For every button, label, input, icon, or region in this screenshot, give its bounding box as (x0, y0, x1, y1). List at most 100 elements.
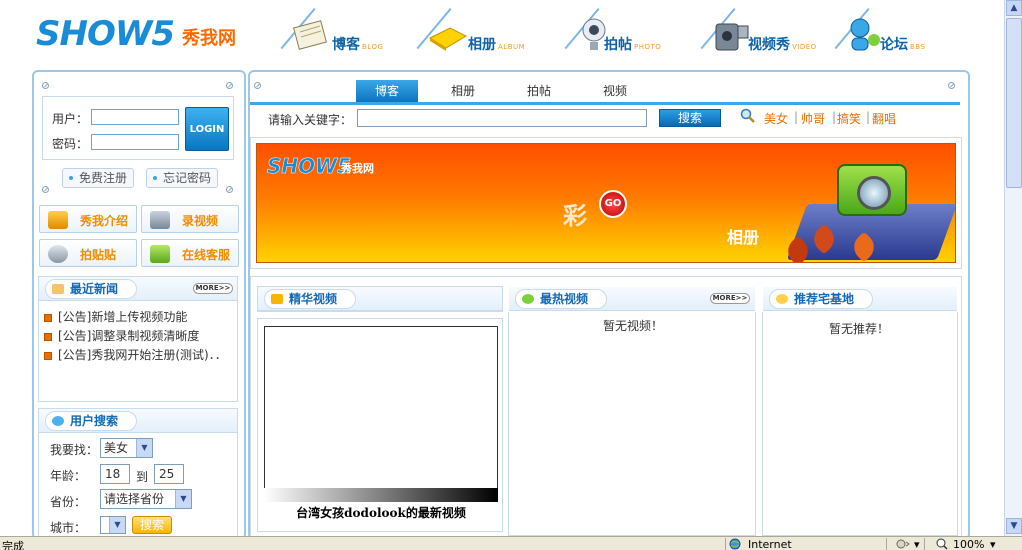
site-logo[interactable]: SHOW5 秀我网 (36, 14, 246, 54)
separator: | (794, 110, 799, 124)
status-divider (924, 538, 925, 550)
scroll-thumb[interactable] (1006, 18, 1022, 188)
crown-icon (271, 294, 283, 304)
register-button[interactable]: 免费注册 (62, 168, 134, 188)
hot-video-more-button[interactable]: MORE>> (710, 293, 750, 304)
nav-photo[interactable]: 拍帖 PHOTO (564, 8, 676, 58)
corner-screw-icon (42, 186, 49, 193)
corner-screw-icon (948, 82, 955, 89)
hot-video-title: 最热视频 (515, 289, 608, 309)
status-bar: 完成 Internet ▾ 100% ▾ (0, 536, 1022, 550)
separator: | (832, 110, 837, 124)
envelope-icon (52, 284, 64, 294)
keyword-label: 请输入关键字： (268, 113, 353, 127)
camera-lens-icon (857, 176, 891, 210)
banner-go-badge: GO (599, 190, 627, 218)
tab-album[interactable]: 相册 (434, 80, 492, 102)
zoom-dropdown-icon[interactable]: ▾ (990, 538, 996, 550)
online-service-button[interactable]: 在线客服 (141, 239, 239, 267)
user-icon (52, 416, 64, 426)
nav-bbs[interactable]: 论坛 BBS (834, 8, 946, 58)
notebook-icon (293, 20, 327, 50)
corner-screw-icon (254, 82, 261, 89)
hot-video-panel (508, 312, 756, 536)
zone-text: Internet (748, 538, 792, 550)
status-divider (725, 538, 726, 550)
separator: | (866, 110, 871, 124)
info-icon (48, 211, 68, 229)
hot-video-empty: 暂无视频！ (603, 319, 664, 333)
photo-post-button[interactable]: 拍贴贴 (39, 239, 137, 267)
about-button[interactable]: 秀我介绍 (39, 205, 137, 233)
news-more-button[interactable]: MORE>> (193, 283, 233, 294)
tab-underline (250, 102, 960, 105)
password-input[interactable] (91, 134, 179, 150)
recommend-title: 推荐宅基地 (769, 289, 874, 309)
news-item[interactable]: [公告]调整录制视频清晰度 (44, 327, 199, 344)
video-progress-bar[interactable] (264, 488, 498, 502)
corner-screw-icon (226, 82, 233, 89)
camcorder-icon (715, 23, 749, 51)
privacy-icon[interactable] (896, 538, 910, 550)
logo-cn-text: 秀我网 (182, 28, 236, 49)
nav-video[interactable]: 视频秀 VIDEO (700, 8, 824, 58)
province-label: 省份： (50, 495, 87, 509)
hot-keyword-link[interactable]: 搞笑 (837, 110, 861, 127)
sun-icon (776, 294, 788, 304)
magnifier-icon (740, 108, 755, 123)
chevron-down-icon: ▼ (175, 490, 191, 508)
hot-video-header: 最热视频 MORE>> (509, 287, 755, 311)
news-header: 最近新闻 MORE>> (39, 277, 237, 301)
username-input[interactable] (91, 109, 179, 125)
province-select[interactable]: 请选择省份 ▼ (100, 489, 192, 509)
recommend-header: 推荐宅基地 (763, 287, 957, 311)
hot-icon (522, 294, 534, 304)
video-player[interactable] (264, 326, 498, 502)
news-item[interactable]: [公告]新增上传视频功能 (44, 308, 187, 325)
user-search-button[interactable]: 搜索 (132, 516, 172, 534)
nav-album[interactable]: 相册 ALBUM (416, 8, 538, 58)
login-button[interactable]: LOGIN (185, 107, 229, 151)
banner-album-text: 相册 (727, 228, 760, 247)
scroll-down-icon[interactable]: ▼ (1006, 518, 1022, 534)
forgot-password-button[interactable]: 忘记密码 (146, 168, 218, 188)
scroll-up-icon[interactable]: ▲ (1006, 0, 1022, 16)
album-banner[interactable]: SHOW5 秀我网 彩 GO 相册 (256, 143, 956, 263)
hot-keyword-link[interactable]: 翻唱 (872, 110, 896, 127)
album-icon (428, 27, 468, 51)
age-from-input[interactable]: 18 (100, 464, 130, 484)
city-label: 城市： (50, 521, 87, 535)
news-item[interactable]: [公告]秀我网开始注册(测试)．． (44, 346, 227, 363)
chevron-down-icon: ▼ (109, 517, 125, 533)
chevron-down-icon: ▼ (136, 439, 152, 457)
user-label: 用户： (52, 112, 89, 126)
find-label: 我要找： (50, 443, 99, 457)
status-divider (886, 538, 887, 550)
zoom-level[interactable]: 100% (953, 538, 984, 550)
tab-blog[interactable]: 博客 (356, 80, 418, 102)
vertical-scrollbar[interactable]: ▲ ▼ (1004, 0, 1022, 536)
user-search-title: 用户搜索 (45, 411, 138, 431)
support-icon (150, 245, 170, 263)
featured-video-header: 精华视频 (258, 287, 502, 311)
keyword-search-button[interactable]: 搜索 (659, 109, 721, 127)
keyword-input[interactable] (357, 109, 647, 127)
featured-video-caption[interactable]: 台湾女孩dodolook的最新视频 (264, 504, 498, 521)
record-video-button[interactable]: 录视频 (141, 205, 239, 233)
find-select[interactable]: 美女 ▼ (100, 438, 153, 458)
nav-blog[interactable]: 博客 BLOG (280, 8, 402, 58)
news-title: 最近新闻 (45, 279, 138, 299)
status-text: 完成 (2, 540, 24, 550)
hot-keyword-link[interactable]: 帅哥 (801, 110, 825, 127)
zoom-icon (936, 538, 948, 550)
browser-viewport: SHOW5 秀我网 博客 BLOG 相册 ALBUM 拍帖 PHOTO 视频秀 VIDE… (0, 0, 1004, 536)
tab-photo[interactable]: 拍帖 (510, 80, 568, 102)
camcorder-icon (150, 211, 170, 229)
hot-keyword-link[interactable]: 美女 (764, 110, 788, 127)
tab-video[interactable]: 视频 (586, 80, 644, 102)
banner-logo: SHOW5 (267, 154, 352, 179)
corner-screw-icon (42, 82, 49, 89)
privacy-dropdown-icon[interactable]: ▾ (914, 538, 920, 550)
age-to-input[interactable]: 25 (154, 464, 184, 484)
city-select[interactable]: ▼ (100, 516, 126, 534)
